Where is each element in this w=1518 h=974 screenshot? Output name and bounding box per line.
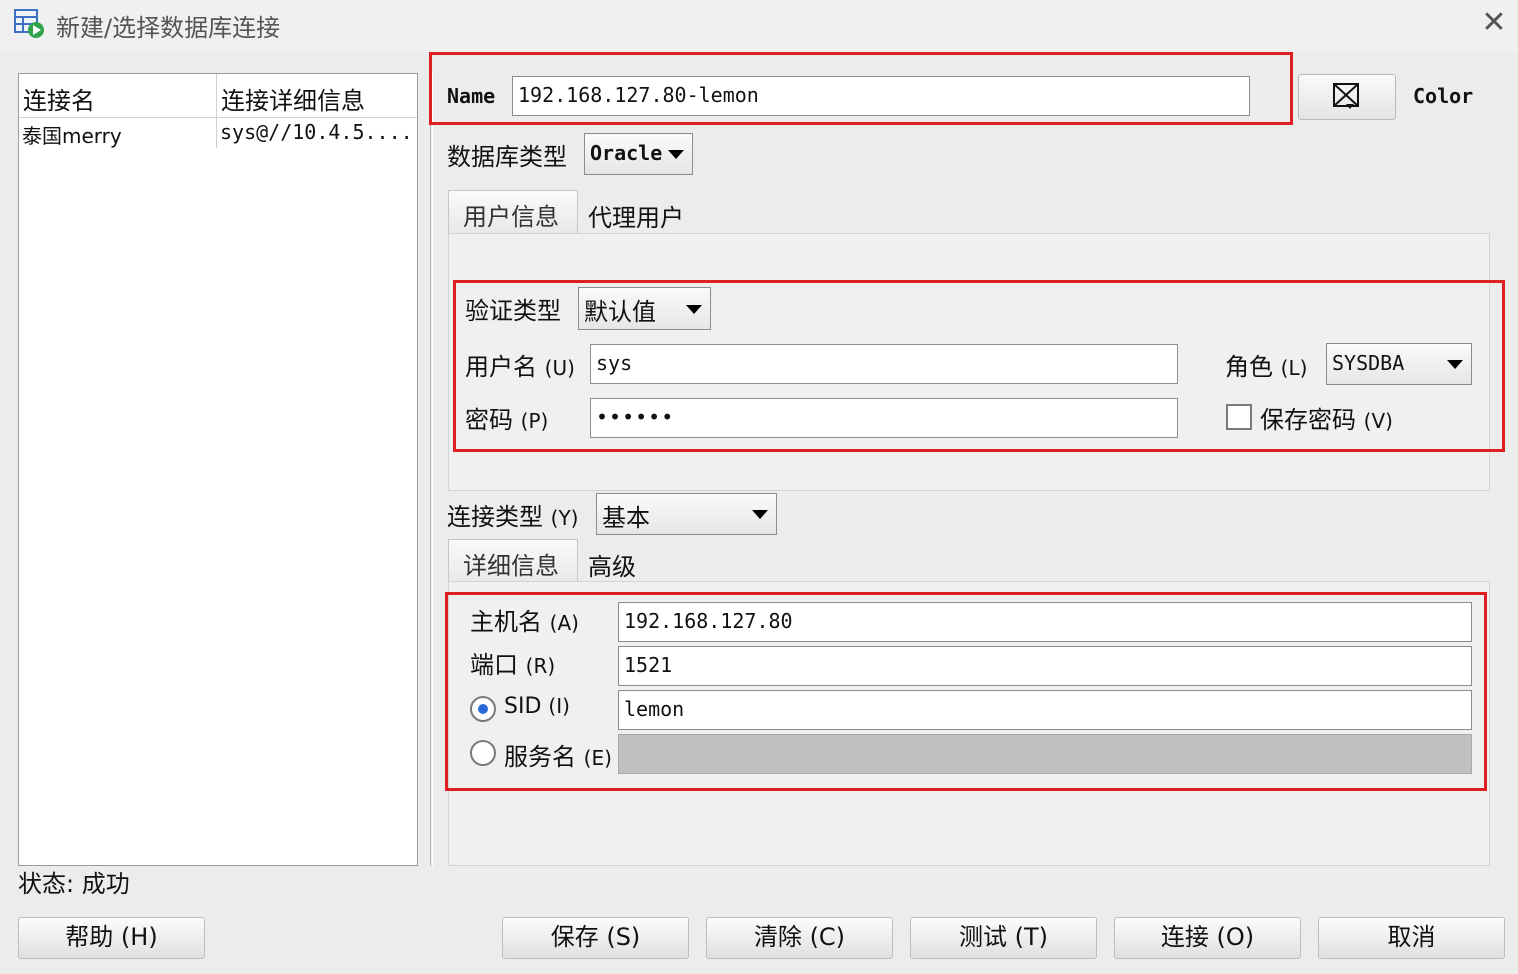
color-label: Color	[1413, 84, 1474, 108]
connection-list[interactable]: 连接名 连接详细信息 泰国merry sys@//10.4.5....	[18, 73, 418, 866]
highlight-box-name	[429, 52, 1293, 125]
splitter[interactable]	[430, 73, 433, 866]
column-header-name[interactable]: 连接名	[19, 74, 217, 117]
highlight-box-auth	[453, 280, 1505, 452]
list-item[interactable]: 泰国merry sys@//10.4.5....	[19, 118, 417, 148]
db-type-label: 数据库类型	[447, 143, 567, 171]
cancel-button[interactable]: 取消	[1318, 917, 1505, 959]
color-button[interactable]	[1298, 74, 1396, 120]
connection-list-header: 连接名 连接详细信息	[19, 74, 417, 118]
close-icon[interactable]: ✕	[1476, 6, 1512, 42]
highlight-box-details	[445, 592, 1487, 791]
column-header-detail[interactable]: 连接详细信息	[217, 74, 417, 117]
connect-button[interactable]: 连接 (O)	[1114, 917, 1301, 959]
color-picker-icon	[1333, 83, 1359, 109]
save-button[interactable]: 保存 (S)	[502, 917, 689, 959]
tab-details[interactable]: 详细信息	[448, 539, 578, 583]
chevron-down-icon	[668, 150, 684, 159]
chevron-down-icon	[752, 510, 768, 519]
window-title: 新建/选择数据库连接	[56, 14, 281, 42]
connection-type-select[interactable]: 基本	[596, 493, 777, 535]
database-connection-icon	[14, 9, 44, 38]
clear-button[interactable]: 清除 (C)	[706, 917, 893, 959]
help-button[interactable]: 帮助 (H)	[18, 917, 205, 959]
status-label: 状态:	[18, 870, 75, 898]
status-value: 成功	[81, 870, 130, 898]
test-button[interactable]: 测试 (T)	[910, 917, 1097, 959]
db-type-select[interactable]: Oracle	[584, 133, 693, 175]
connection-detail: sys@//10.4.5....	[220, 120, 413, 144]
connection-type-label: 连接类型 (Y)	[447, 497, 578, 532]
db-type-value: Oracle	[590, 141, 663, 165]
status-text: 状态: 成功	[18, 864, 130, 899]
tab-proxy-user[interactable]: 代理用户	[574, 192, 698, 239]
connection-type-mnemonic: (Y)	[550, 506, 579, 530]
tab-user-info[interactable]: 用户信息	[448, 190, 578, 234]
connection-type-label-text: 连接类型	[447, 503, 543, 531]
connection-name: 泰国merry	[19, 118, 217, 148]
connection-type-value: 基本	[602, 504, 650, 532]
